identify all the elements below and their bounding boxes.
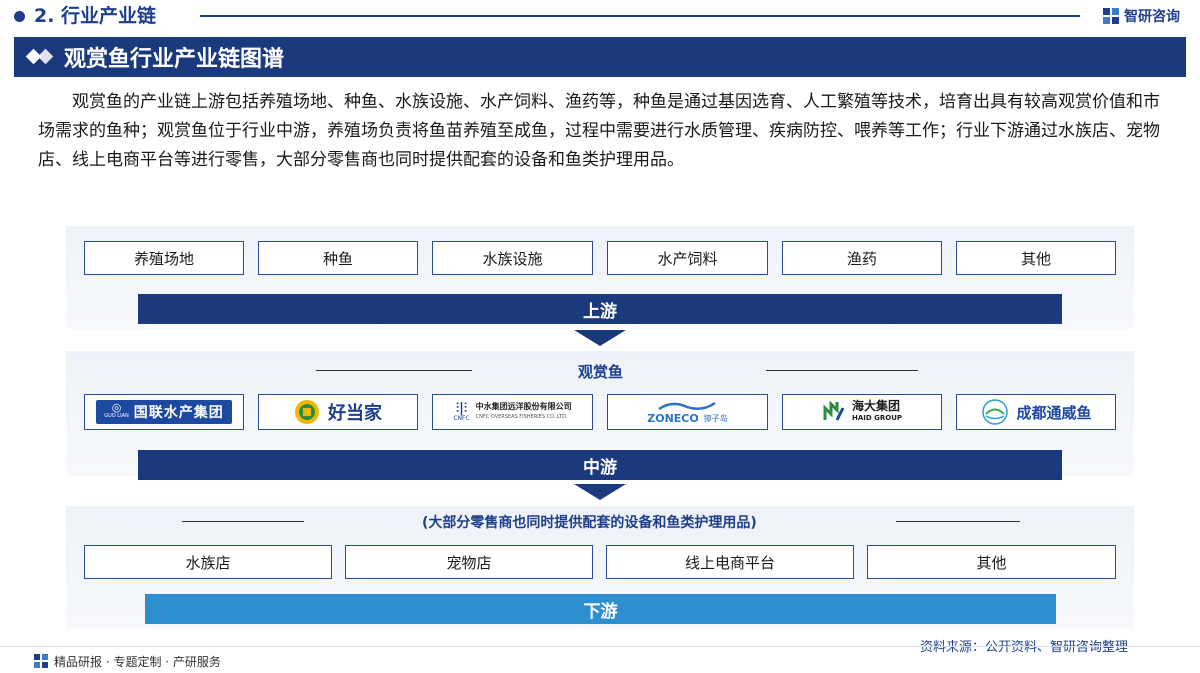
tongwei-emblem-icon [982, 399, 1009, 425]
note-line-right [896, 521, 1020, 522]
wave-icon [658, 401, 717, 410]
upstream-item: 其他 [956, 241, 1116, 275]
intro-paragraph: 观赏鱼的产业链上游包括养殖场地、种鱼、水族设施、水产饲料、渔药等，种鱼是通过基因… [38, 92, 1160, 170]
footer-divider [0, 646, 1200, 647]
footer-tagline-text: 精品研报 · 专题定制 · 产研服务 [54, 654, 221, 669]
company-logo-haid: 海大集团 HAID GROUP [782, 394, 942, 430]
title-banner: 观赏鱼行业产业链图谱 [14, 37, 1186, 77]
downstream-item: 其他 [867, 545, 1116, 579]
heading-line-right [766, 370, 918, 371]
header-divider [200, 15, 1080, 17]
cnfc-mark-icon: ⫶|⫶ [455, 400, 468, 416]
downstream-item: 宠物店 [345, 545, 593, 579]
brand-name: 智研咨询 [1124, 9, 1180, 25]
double-diamond-icon [25, 48, 54, 66]
upstream-item: 种鱼 [258, 241, 418, 275]
down-arrow-icon [574, 484, 626, 500]
bullet-dot-icon [14, 11, 25, 22]
upstream-item: 养殖场地 [84, 241, 244, 275]
downstream-item: 水族店 [84, 545, 332, 579]
haodangjia-logo-text: 好当家 [328, 403, 382, 424]
top-header: 2. 行业产业链 智研咨询 [0, 0, 1200, 32]
midstream-label: 中游 [138, 450, 1062, 480]
company-logo-haodangjia: 好当家 [258, 394, 418, 430]
downstream-item: 线上电商平台 [606, 545, 854, 579]
company-logo-tongwei: 成都通威鱼 [956, 394, 1116, 430]
down-arrow-icon [574, 330, 626, 346]
haodangjia-emblem-icon [295, 400, 319, 424]
midstream-heading: 观赏鱼 [578, 363, 624, 381]
tongwei-logo-text: 成都通威鱼 [1016, 403, 1092, 422]
upstream-label: 上游 [138, 294, 1062, 324]
footer-tagline: 精品研报 · 专题定制 · 产研服务 [34, 652, 221, 670]
note-line-left [182, 521, 304, 522]
section-title: 2. 行业产业链 [34, 5, 157, 27]
heading-line-left [316, 370, 472, 371]
footer-logo-icon [34, 654, 48, 668]
page-title: 观赏鱼行业产业链图谱 [64, 47, 285, 72]
guolian-logo: ◎ GUO LIAN 国联水产集团 [96, 400, 232, 424]
guolian-mark-icon: ◎ [111, 401, 122, 414]
company-logo-cnfc: ⫶|⫶ CNFC 中水集团远洋股份有限公司 CNFC OVERSEAS FISH… [432, 394, 593, 430]
brand: 智研咨询 [1102, 6, 1180, 26]
upstream-item: 水产饲料 [607, 241, 768, 275]
downstream-note: (大部分零售商也同时提供配套的设备和鱼类护理用品) [422, 515, 757, 531]
brand-logo-icon [1103, 8, 1119, 24]
upstream-item: 水族设施 [432, 241, 593, 275]
haid-emblem-icon [823, 400, 845, 421]
downstream-label: 下游 [145, 594, 1056, 624]
upstream-item: 渔药 [782, 241, 942, 275]
company-logo-zoneco: ZONECO 獐子岛 [607, 394, 768, 430]
company-logo-guolian: ◎ GUO LIAN 国联水产集团 [84, 394, 244, 430]
